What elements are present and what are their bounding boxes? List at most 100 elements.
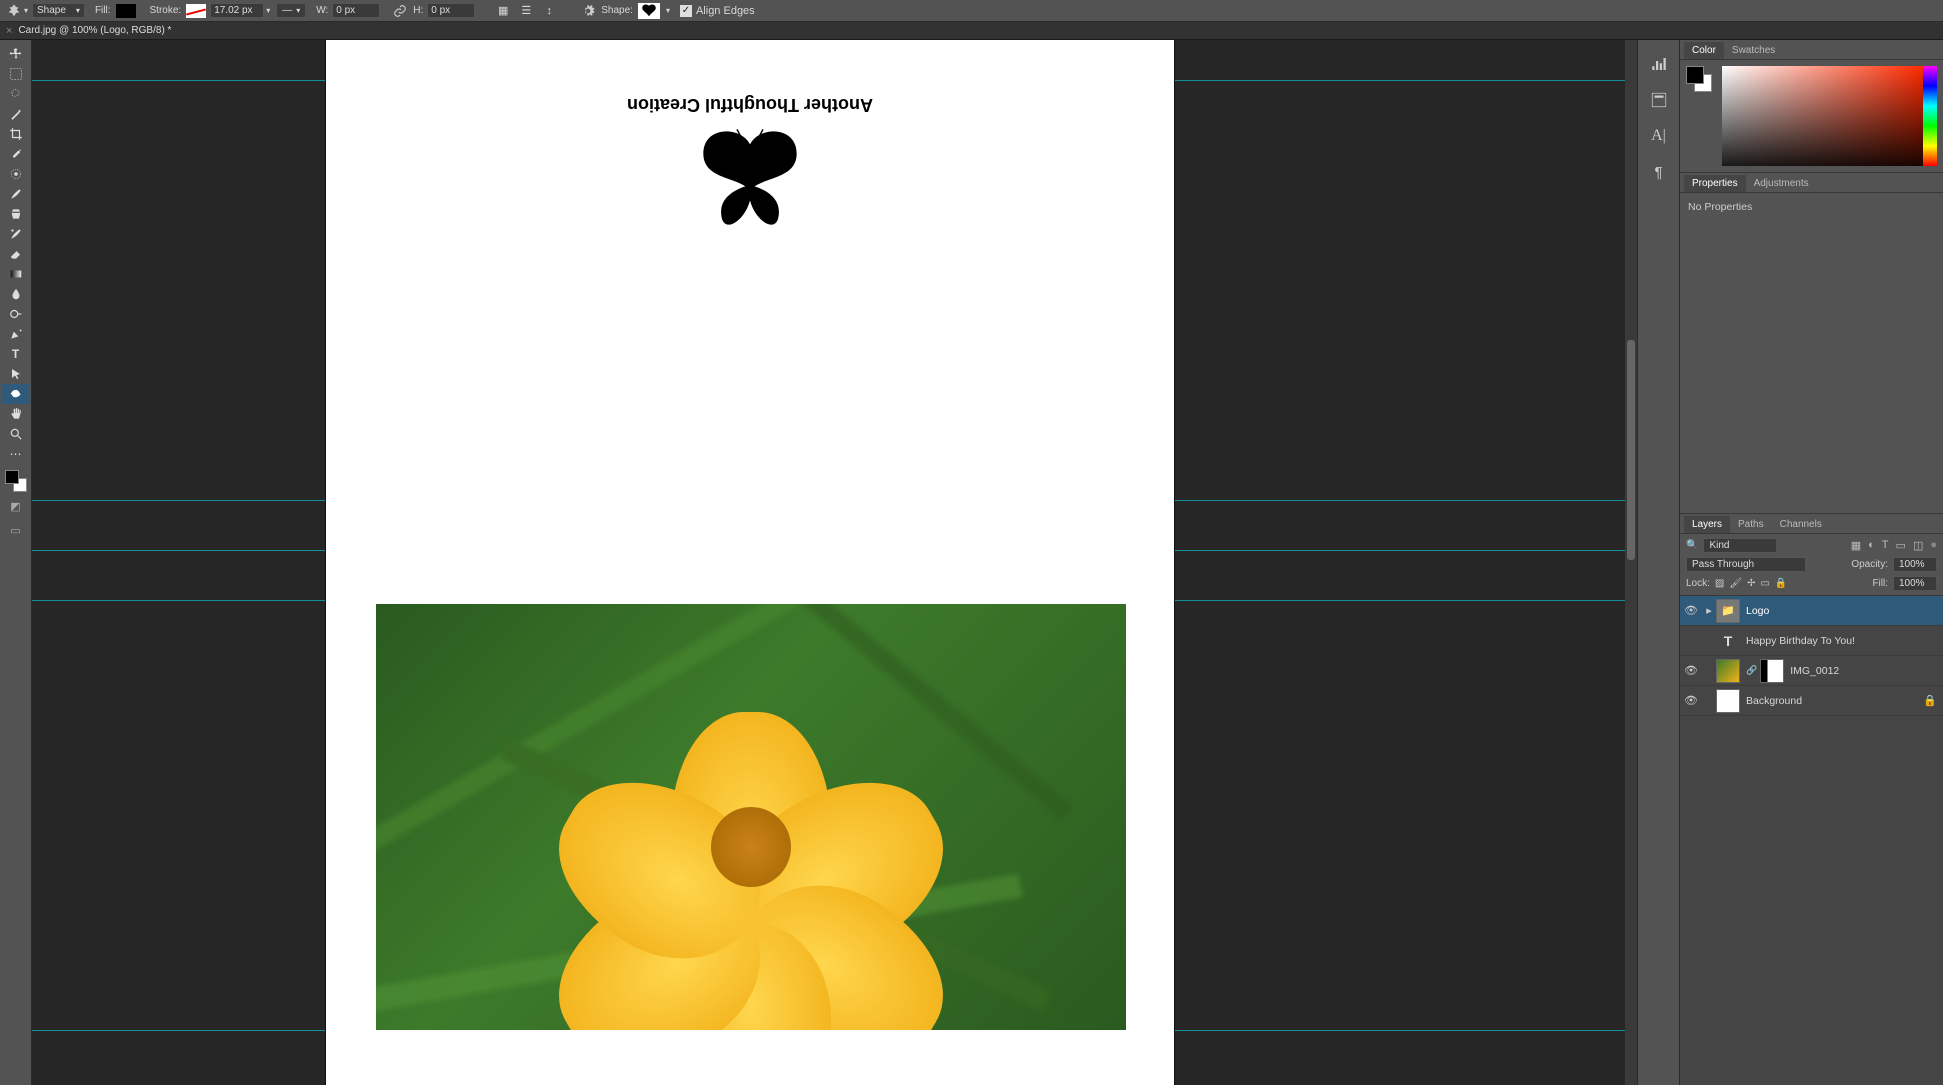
- layers-panel-tabs: Layers Paths Channels: [1680, 514, 1943, 534]
- layer-name[interactable]: Logo: [1746, 605, 1769, 617]
- filter-pixel-icon[interactable]: ▦: [1851, 539, 1861, 552]
- tab-adjustments[interactable]: Adjustments: [1746, 175, 1817, 192]
- shape-mode-label: Shape: [37, 5, 66, 16]
- guide-vertical[interactable]: [1174, 40, 1175, 1085]
- magic-wand-tool[interactable]: [2, 104, 30, 124]
- shape-mode-dropdown[interactable]: Shape ▾: [32, 3, 85, 18]
- tab-paths[interactable]: Paths: [1730, 516, 1772, 533]
- dodge-tool[interactable]: [2, 304, 30, 324]
- tab-swatches[interactable]: Swatches: [1724, 42, 1783, 59]
- layer-row-smart[interactable]: 👁 🔗 IMG_0012: [1680, 656, 1943, 686]
- panel-column: Color Swatches Properties Adjustments No…: [1679, 40, 1943, 1085]
- tab-color[interactable]: Color: [1684, 42, 1724, 59]
- path-align-icon[interactable]: ☰: [516, 1, 536, 21]
- visibility-toggle[interactable]: 👁: [1680, 694, 1702, 707]
- filter-adjust-icon[interactable]: ◐: [1868, 539, 1875, 552]
- visibility-toggle[interactable]: 👁: [1680, 664, 1702, 677]
- layer-row-logo[interactable]: 👁 ▸ 📁 Logo: [1680, 596, 1943, 626]
- eraser-tool[interactable]: [2, 244, 30, 264]
- stroke-width-input[interactable]: [210, 3, 264, 18]
- group-disclosure-icon[interactable]: ▸: [1702, 604, 1716, 617]
- paragraph-panel-icon-a[interactable]: A|: [1645, 122, 1673, 150]
- lock-icon[interactable]: 🔒: [1923, 694, 1937, 707]
- height-input[interactable]: [427, 3, 475, 18]
- custom-shape-picker[interactable]: [637, 2, 661, 20]
- foreground-background-colors[interactable]: [5, 470, 27, 492]
- histogram-panel-icon[interactable]: [1645, 50, 1673, 78]
- link-dimensions-icon[interactable]: [390, 1, 410, 21]
- visibility-toggle[interactable]: 👁: [1680, 604, 1702, 617]
- layer-name[interactable]: IMG_0012: [1790, 665, 1839, 677]
- blur-tool[interactable]: [2, 284, 30, 304]
- screen-mode-icon[interactable]: ▭: [2, 520, 30, 540]
- tab-properties[interactable]: Properties: [1684, 175, 1746, 192]
- options-bar: ▾ Shape ▾ Fill: Stroke: ▾ — ▾ W: H: ▦ ☰ …: [0, 0, 1943, 22]
- canvas-area[interactable]: Another Thoughtful Creation: [32, 40, 1637, 1085]
- smart-object-thumb: [1716, 659, 1740, 683]
- width-input[interactable]: [332, 3, 380, 18]
- clone-stamp-tool[interactable]: [2, 204, 30, 224]
- blend-mode-dropdown[interactable]: Pass Through: [1686, 557, 1806, 572]
- layer-row-text[interactable]: T Happy Birthday To You!: [1680, 626, 1943, 656]
- layer-name[interactable]: Background: [1746, 695, 1802, 707]
- eyedropper-tool[interactable]: [2, 144, 30, 164]
- layer-filter-dropdown[interactable]: Kind: [1703, 538, 1777, 553]
- document-tab-title[interactable]: Card.jpg @ 100% (Logo, RGB/8) *: [18, 25, 171, 36]
- gradient-tool[interactable]: [2, 264, 30, 284]
- hue-strip[interactable]: [1923, 66, 1937, 166]
- filter-shape-icon[interactable]: ▭: [1896, 539, 1906, 552]
- lock-label: Lock:: [1686, 578, 1710, 589]
- filter-toggle-icon[interactable]: ●: [1930, 539, 1937, 552]
- document-tab-bar: × Card.jpg @ 100% (Logo, RGB/8) *: [0, 22, 1943, 40]
- opacity-input[interactable]: 100%: [1893, 557, 1937, 572]
- pen-tool[interactable]: [2, 324, 30, 344]
- lock-position-icon[interactable]: ✢: [1747, 578, 1755, 589]
- lock-transparent-icon[interactable]: ▨: [1715, 578, 1724, 589]
- color-panel-body: [1680, 60, 1943, 172]
- zoom-tool[interactable]: [2, 424, 30, 444]
- tool-preset-picker[interactable]: ▾: [6, 0, 28, 22]
- canvas-vertical-scrollbar[interactable]: [1625, 40, 1637, 1085]
- canvas-document: Another Thoughtful Creation: [326, 40, 1174, 1085]
- layer-name[interactable]: Happy Birthday To You!: [1746, 635, 1855, 647]
- color-spectrum[interactable]: [1722, 66, 1923, 166]
- link-mask-icon[interactable]: 🔗: [1746, 665, 1757, 676]
- layer-row-background[interactable]: 👁 Background 🔒: [1680, 686, 1943, 716]
- stroke-swatch[interactable]: [185, 3, 207, 19]
- tab-channels[interactable]: Channels: [1772, 516, 1830, 533]
- color-fg-bg[interactable]: [1686, 66, 1712, 92]
- paragraph-panel-icon-p[interactable]: ¶: [1645, 158, 1673, 186]
- lock-all-icon[interactable]: 🔒: [1775, 578, 1787, 589]
- lock-image-icon[interactable]: 🖌: [1729, 578, 1742, 589]
- filter-smart-icon[interactable]: ◫: [1913, 539, 1923, 552]
- custom-shape-tool[interactable]: [2, 384, 30, 404]
- character-panel-icon[interactable]: [1645, 86, 1673, 114]
- stroke-label: Stroke:: [150, 5, 182, 16]
- type-tool[interactable]: T: [2, 344, 30, 364]
- marquee-tool[interactable]: [2, 64, 30, 84]
- quick-mask-icon[interactable]: ◩: [2, 496, 30, 516]
- fill-swatch[interactable]: [115, 3, 137, 19]
- filter-type-icon[interactable]: T: [1882, 539, 1889, 552]
- lock-artboard-icon[interactable]: ▭: [1760, 578, 1769, 589]
- layer-mask-thumb[interactable]: [1760, 659, 1784, 683]
- path-select-tool[interactable]: [2, 364, 30, 384]
- close-tab-icon[interactable]: ×: [6, 25, 12, 37]
- tab-layers[interactable]: Layers: [1684, 516, 1730, 533]
- spot-heal-tool[interactable]: [2, 164, 30, 184]
- stroke-style-dropdown[interactable]: — ▾: [276, 3, 306, 18]
- hand-tool[interactable]: [2, 404, 30, 424]
- brush-tool[interactable]: [2, 184, 30, 204]
- edit-toolbar-icon[interactable]: ⋯: [2, 444, 30, 464]
- fill-label: Fill:: [95, 5, 111, 16]
- crop-tool[interactable]: [2, 124, 30, 144]
- opacity-label: Opacity:: [1851, 559, 1888, 570]
- path-operations-icon[interactable]: ▦: [493, 1, 513, 21]
- fill-opacity-input[interactable]: 100%: [1893, 576, 1937, 591]
- align-edges-checkbox[interactable]: ✓ Align Edges: [680, 5, 755, 17]
- gear-icon[interactable]: [578, 1, 598, 21]
- path-arrange-icon[interactable]: ↕: [539, 1, 559, 21]
- move-tool[interactable]: [2, 44, 30, 64]
- history-brush-tool[interactable]: [2, 224, 30, 244]
- lasso-tool[interactable]: [2, 84, 30, 104]
